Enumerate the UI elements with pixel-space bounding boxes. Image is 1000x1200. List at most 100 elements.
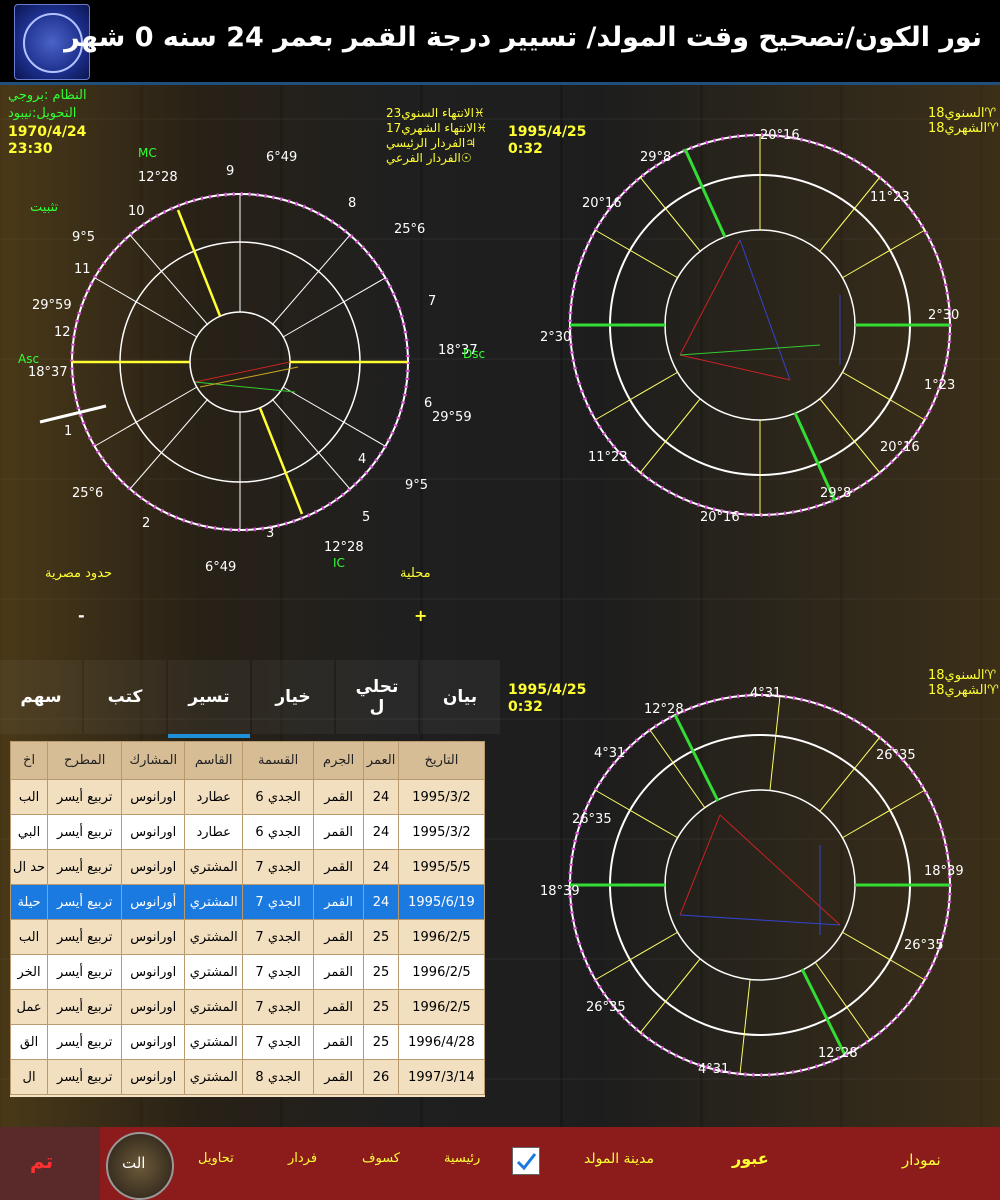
tab-books[interactable]: كتب [84,660,166,734]
table-cell: اورانوس [121,849,186,885]
col-division: القسمة [242,741,315,780]
firdar-button[interactable]: فردار [288,1151,317,1166]
table-cell: المشتري [184,1024,244,1060]
natal-ic-degree: 12°28 [324,540,364,555]
table-row[interactable]: 1995/6/19 24 القمر الجدي 7 المشتري أورانوس ترب… [10,884,485,920]
table-cell: تربيع أيسر [47,919,123,955]
table-cell: 25 [363,989,399,1025]
transit-degree: 26°35 [904,938,944,953]
done-area: تم [0,1127,100,1200]
tab-analysis[interactable]: تحلي ل [336,660,418,734]
page-title: نور الكون/تصحيح وقت المولد/ تسيير درجة ا… [64,22,982,53]
transit-time: 0:32 [508,699,543,715]
table-cell: اورانوس [121,919,186,955]
table-cell: القمر [313,954,365,990]
table-cell: 24 [363,849,399,885]
table-row[interactable]: 1997/3/14 26 القمر الجدي 8 المشتري اورانوس ترب… [10,1059,485,1095]
transit-degree: 4°31 [698,1062,730,1077]
natal-ic-label: IC [333,556,345,570]
title-bar: نور الكون/تصحيح وقت المولد/ تسيير درجة ا… [0,0,1000,85]
house-number: 8 [348,196,357,211]
tab-statement[interactable]: بيان [420,660,500,734]
house-number: 10 [128,204,145,219]
natal-cusp-degree: 25°6 [394,222,426,237]
table-row[interactable]: 1995/5/5 24 القمر الجدي 7 المشتري اورانوس تربي… [10,849,485,885]
transit-degree: 12°28 [644,702,684,717]
table-cell: القمر [313,814,365,850]
transformations-button[interactable]: تحاويل [198,1151,234,1166]
natal-cusp-degree: 9°5 [405,478,429,493]
progressed-degree: 20°16 [880,440,920,455]
table-cell: المشتري [184,954,244,990]
table-cell: تربيع أيسر [47,1024,123,1060]
table-row[interactable]: 1996/2/5 25 القمر الجدي 7 المشتري اورانوس تربي… [10,989,485,1025]
table-cell: الجدي 7 [242,919,315,955]
table-row[interactable]: 1995/3/2 24 القمر الجدي 6 عطارد اورانوس تربيع … [10,814,485,850]
table-cell: المشتري [184,884,244,920]
table-row[interactable]: 1996/4/28 25 القمر الجدي 7 المشتري اورانوس ترب… [10,1024,485,1060]
plus-button[interactable]: + [414,606,427,625]
table-cell: القمر [313,884,365,920]
table-cell: تربيع أيسر [47,779,123,815]
col-date: التاريخ [397,741,485,780]
table-row[interactable]: 1995/3/2 24 القمر الجدي 6 عطارد اورانوس تربيع … [10,779,485,815]
house-number: 12 [54,325,71,340]
tab-progression[interactable]: تسير [168,660,250,738]
wheel-logo-text: الت [122,1154,146,1172]
table-cell: المشتري [184,1059,244,1095]
table-cell: الب [10,919,49,955]
progressed-inner-ring [664,229,856,421]
bottom-toolbar: تم الت تحاويل فردار كسوف رئيسية مدينة ال… [0,1127,1000,1200]
table-cell: الجدي 6 [242,779,315,815]
progressed-degree: 20°16 [700,510,740,525]
table-cell: تربيع أيسر [47,989,123,1025]
transit-degree: 4°31 [594,746,626,761]
progressed-chart[interactable] [550,120,970,540]
natal-chart[interactable] [0,140,500,600]
namudar-button[interactable]: نمودار [902,1151,941,1169]
table-cell: القمر [313,849,365,885]
table-cell: الجدي 7 [242,884,315,920]
tab-options[interactable]: خيار [252,660,334,734]
natal-inner-ring [189,311,291,413]
house-number: 4 [358,452,367,467]
check-icon [516,1153,537,1171]
main-checkbox[interactable] [512,1147,540,1175]
system-label: النظام :بروجي [8,88,87,103]
egyptian-bounds-label[interactable]: حدود مصرية [45,566,112,581]
house-number: 7 [428,294,437,309]
main-button[interactable]: رئيسية [444,1151,480,1166]
tab-arrow[interactable]: سهم [0,660,82,734]
table-cell: 1997/3/14 [397,1059,485,1095]
table-cell: القمر [313,779,365,815]
table-cell: البي [10,814,49,850]
monthly-end-label: 17الانتهاء الشهري♓ [386,121,488,135]
table-cell: 1995/5/5 [397,849,485,885]
sub-firdar-label: الفردار الفرعي☉ [386,151,472,165]
natal-date: 1970/4/24 [8,124,87,140]
main-firdar-label: الفردار الرئيسي♃ [386,136,477,150]
table-cell: المشتري [184,989,244,1025]
natal-cusp-degree: 29°59 [32,298,72,313]
col-body: الجرم [313,741,365,780]
table-row[interactable]: 1996/2/5 25 القمر الجدي 7 المشتري اورانوس تربي… [10,954,485,990]
progressed-degree: 29°8 [640,150,672,165]
done-button[interactable]: تم [30,1149,53,1173]
wheel-logo-icon[interactable]: الت [106,1132,174,1200]
table-row[interactable]: 1996/2/5 25 القمر الجدي 7 المشتري اورانوس تربي… [10,919,485,955]
table-cell: تربيع أيسر [47,814,123,850]
minus-button[interactable]: - [78,606,85,625]
col-age: العمر [363,741,399,780]
house-number: 5 [362,510,371,525]
table-cell: اورانوس [121,779,186,815]
eclipses-button[interactable]: كسوف [362,1151,400,1166]
local-label[interactable]: محلية [400,566,431,581]
table-cell: تربيع أيسر [47,849,123,885]
transit-chart[interactable] [550,680,970,1100]
table-cell: تربيع أيسر [47,954,123,990]
transit-degree: 12°28 [818,1046,858,1061]
birth-city-button[interactable]: مدينة المولد [584,1151,654,1167]
table-cell: اورانوس [121,989,186,1025]
transits-button[interactable]: عبور [732,1149,769,1168]
natal-cusp-degree: 6°49 [266,150,298,165]
